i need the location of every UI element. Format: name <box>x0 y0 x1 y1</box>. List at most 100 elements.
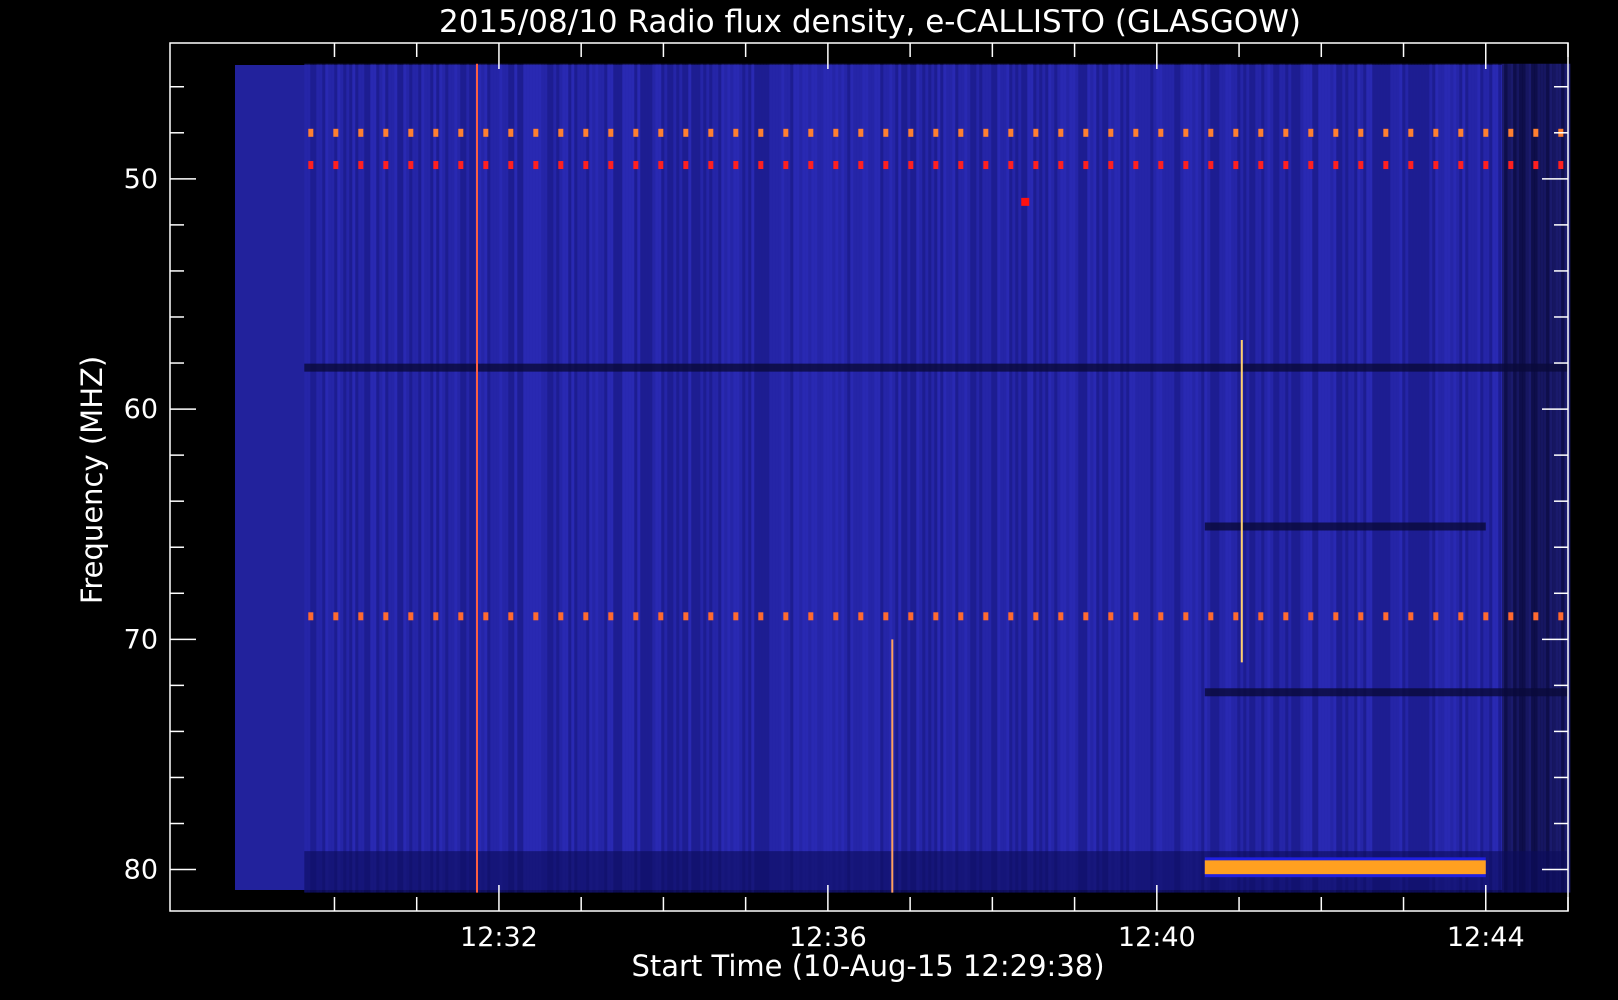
noise-column <box>1096 63 1100 893</box>
rfi-dot <box>1208 128 1214 137</box>
noise-column <box>619 63 623 893</box>
noise-column <box>1426 63 1430 893</box>
noise-column <box>394 63 398 893</box>
noise-column <box>460 63 464 893</box>
noise-column <box>877 63 881 893</box>
noise-column <box>1339 63 1343 893</box>
noise-column <box>724 63 728 893</box>
rfi-dot <box>1558 612 1564 621</box>
noise-column <box>334 63 338 893</box>
noise-column <box>523 63 527 893</box>
noise-column <box>766 63 770 893</box>
noise-column <box>466 63 470 893</box>
noise-column <box>1069 63 1073 893</box>
noise-column <box>568 63 572 893</box>
noise-column <box>862 63 866 893</box>
noise-column <box>622 63 626 893</box>
rfi-dot <box>308 612 314 621</box>
rfi-dot <box>1208 161 1214 170</box>
noise-column <box>775 63 779 893</box>
rfi-dot <box>933 161 939 170</box>
rfi-dot <box>1358 161 1364 170</box>
noise-column <box>1543 63 1547 893</box>
noise-column <box>1204 63 1208 893</box>
noise-column <box>913 63 917 893</box>
noise-column <box>970 63 974 893</box>
rfi-dot <box>433 161 439 170</box>
rfi-dot <box>1533 612 1539 621</box>
noise-column <box>1399 63 1403 893</box>
noise-column <box>1048 63 1052 893</box>
rfi-dot <box>1483 612 1489 621</box>
rfi-dot <box>1458 128 1464 137</box>
noise-column <box>433 63 437 893</box>
noise-column <box>370 63 374 893</box>
noise-column <box>1285 63 1289 893</box>
rfi-dot <box>608 161 614 170</box>
rfi-dot <box>1033 128 1039 137</box>
noise-column <box>601 63 605 893</box>
noise-column <box>559 63 563 893</box>
noise-column <box>1288 63 1292 893</box>
noise-column <box>355 63 359 893</box>
noise-column <box>547 63 551 893</box>
noise-column <box>1423 63 1427 893</box>
noise-column <box>574 63 578 893</box>
rfi-dot <box>508 161 514 170</box>
rfi-dot <box>1158 128 1164 137</box>
noise-column <box>478 63 482 893</box>
noise-column <box>496 63 500 893</box>
noise-column <box>745 63 749 893</box>
rfi-dot <box>1533 128 1539 137</box>
noise-column <box>445 63 449 893</box>
rfi-dot <box>433 612 439 621</box>
noise-column <box>319 63 323 893</box>
noise-column <box>373 63 377 893</box>
y-tick-label: 70 <box>124 624 158 655</box>
rfi-dot <box>833 612 839 621</box>
rfi-dot <box>658 161 664 170</box>
rfi-dot <box>383 161 389 170</box>
noise-column <box>1075 63 1079 893</box>
noise-column <box>538 63 542 893</box>
noise-column <box>895 63 899 893</box>
rfi-dot <box>733 128 739 137</box>
noise-column <box>1198 63 1202 893</box>
noise-column <box>1090 63 1094 893</box>
rfi-dot <box>958 161 964 170</box>
noise-column <box>943 63 947 893</box>
rfi-dot <box>1058 128 1064 137</box>
noise-column <box>550 63 554 893</box>
noise-column <box>364 63 368 893</box>
noise-column <box>415 63 419 893</box>
noise-column <box>1087 63 1091 893</box>
noise-column <box>700 63 704 893</box>
noise-column <box>517 63 521 893</box>
rfi-dot <box>883 612 889 621</box>
noise-column <box>988 63 992 893</box>
noise-column <box>1324 63 1328 893</box>
noise-column <box>361 63 365 893</box>
noise-column <box>781 63 785 893</box>
rfi-dot <box>733 161 739 170</box>
rfi-dot <box>833 128 839 137</box>
noise-column <box>793 63 797 893</box>
noise-column <box>454 63 458 893</box>
noise-column <box>1045 63 1049 893</box>
rfi-dot <box>833 161 839 170</box>
noise-column <box>1132 63 1136 893</box>
noise-column <box>1183 63 1187 893</box>
rfi-dot <box>858 161 864 170</box>
noise-column <box>1483 63 1487 893</box>
rfi-dot <box>1483 161 1489 170</box>
noise-column <box>1081 63 1085 893</box>
noise-column <box>1000 63 1004 893</box>
noise-column <box>931 63 935 893</box>
noise-column <box>1393 63 1397 893</box>
y-tick-label: 50 <box>124 164 158 195</box>
rfi-dot <box>1083 612 1089 621</box>
noise-column <box>628 63 632 893</box>
noise-column <box>1309 63 1313 893</box>
noise-column <box>532 63 536 893</box>
noise-column <box>1249 63 1253 893</box>
